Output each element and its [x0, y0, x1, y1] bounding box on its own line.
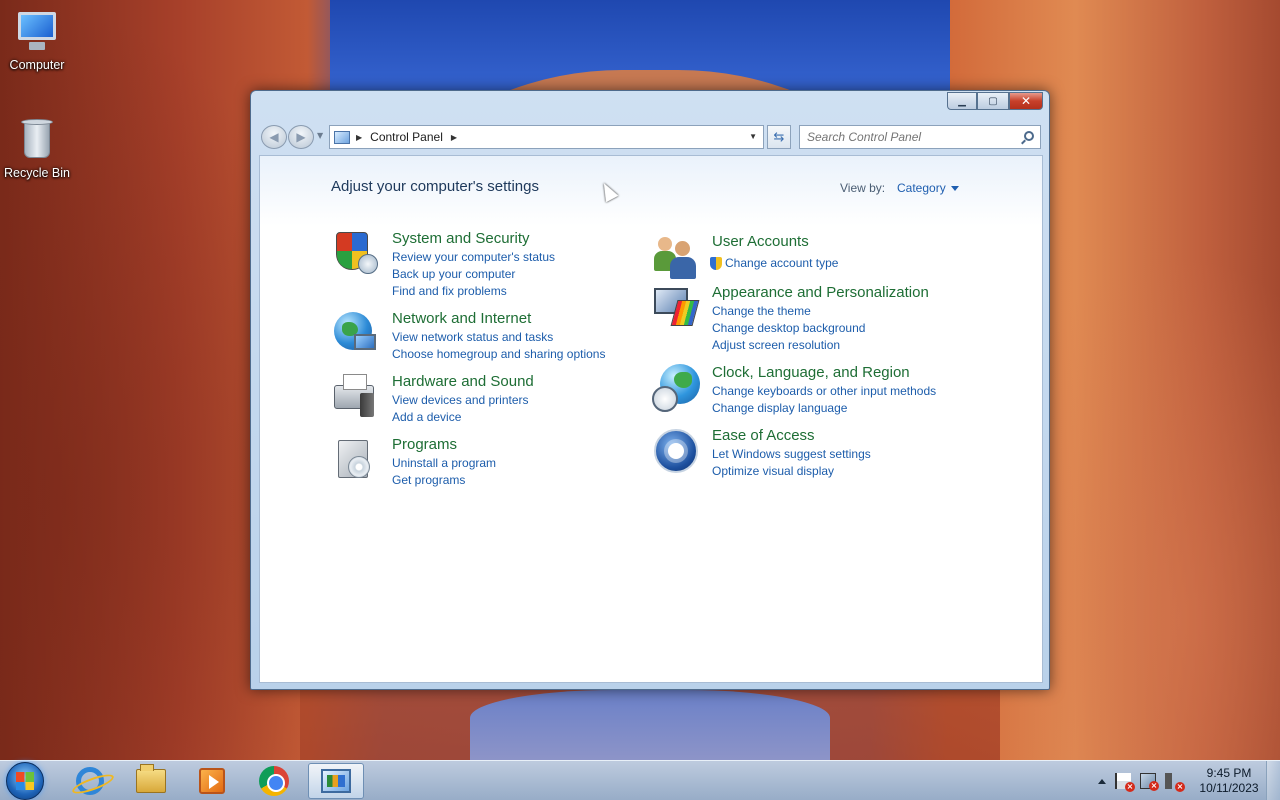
breadcrumb-chevron-icon[interactable]: ▶: [356, 133, 362, 142]
volume-muted-icon[interactable]: ×: [1165, 773, 1185, 792]
search-box[interactable]: [799, 125, 1041, 149]
close-button[interactable]: ✕: [1009, 92, 1043, 110]
show-desktop-button[interactable]: [1266, 761, 1280, 800]
search-icon[interactable]: [1024, 131, 1034, 141]
link-uninstall[interactable]: Uninstall a program: [392, 455, 496, 472]
close-icon: ✕: [1020, 94, 1032, 108]
caption-buttons: ▁ ▢ ✕: [947, 92, 1043, 110]
link-suggest-settings[interactable]: Let Windows suggest settings: [712, 446, 871, 463]
taskbar-internet-explorer[interactable]: [62, 763, 118, 799]
show-hidden-icons-icon[interactable]: [1098, 778, 1106, 784]
ease-of-access-icon[interactable]: [652, 427, 700, 475]
search-input[interactable]: [807, 130, 1017, 144]
desktop-icon-label: Recycle Bin: [4, 166, 70, 180]
category-title[interactable]: User Accounts: [712, 233, 809, 250]
link-desktop-background[interactable]: Change desktop background: [712, 320, 865, 337]
link-review-status[interactable]: Review your computer's status: [392, 249, 555, 266]
recycle-bin-icon: [14, 116, 60, 162]
category-title[interactable]: Hardware and Sound: [392, 373, 534, 390]
breadcrumb-control-panel[interactable]: Control Panel: [370, 130, 443, 144]
link-screen-resolution[interactable]: Adjust screen resolution: [712, 337, 865, 354]
desktop-icon-label: Computer: [9, 58, 65, 72]
link-label: Change account type: [725, 256, 839, 270]
category-title[interactable]: Appearance and Personalization: [712, 284, 929, 301]
forward-arrow-icon: ▶: [296, 130, 306, 144]
network-status-icon[interactable]: ×: [1140, 773, 1159, 791]
chevron-down-icon: [950, 185, 959, 191]
wallpaper-lower-sky: [470, 690, 830, 760]
link-network-status[interactable]: View network status and tasks: [392, 329, 605, 346]
link-change-theme[interactable]: Change the theme: [712, 303, 865, 320]
breadcrumb-chevron-icon[interactable]: ▶: [451, 133, 457, 142]
taskbar-file-explorer[interactable]: [123, 763, 179, 799]
link-optimize-display[interactable]: Optimize visual display: [712, 463, 871, 480]
link-find-fix[interactable]: Find and fix problems: [392, 283, 555, 300]
view-by-value: Category: [897, 181, 946, 195]
content-pane: Adjust your computer's settings View by:…: [259, 155, 1043, 683]
security-shield-icon[interactable]: [332, 230, 380, 278]
network-globe-icon[interactable]: [332, 310, 380, 358]
uac-shield-icon: [710, 257, 722, 270]
internet-explorer-icon: [76, 767, 104, 795]
link-back-up[interactable]: Back up your computer: [392, 266, 555, 283]
users-icon[interactable]: [652, 233, 700, 281]
refresh-button[interactable]: ⇆: [767, 125, 791, 149]
taskbar-clock[interactable]: 9:45 PM 10/11/2023: [1196, 766, 1262, 796]
control-panel-small-icon: [334, 130, 350, 144]
refresh-icon: ⇆: [773, 129, 785, 145]
desktop-icon-computer[interactable]: Computer: [0, 8, 74, 72]
control-panel-icon: [321, 769, 351, 793]
monitor-palette-icon[interactable]: [652, 284, 700, 332]
taskbar: × × × 9:45 PM 10/11/2023: [0, 760, 1280, 800]
category-title[interactable]: Programs: [392, 436, 457, 453]
minimize-icon: ▁: [958, 95, 966, 107]
control-panel-window: ▁ ▢ ✕ ◀ ▶ ▼ ▶ Control Panel ▶ ▼ ⇆ Adjust…: [250, 90, 1050, 690]
category-title[interactable]: Ease of Access: [712, 427, 815, 444]
back-arrow-icon: ◀: [269, 130, 279, 144]
link-add-device[interactable]: Add a device: [392, 409, 529, 426]
computer-icon: [14, 8, 60, 54]
clock-date: 10/11/2023: [1199, 781, 1259, 795]
notification-area: × × ×: [1098, 773, 1185, 792]
start-button[interactable]: [6, 762, 44, 800]
view-by-label: View by:: [840, 181, 886, 195]
programs-disc-icon[interactable]: [332, 436, 380, 484]
category-title[interactable]: System and Security: [392, 230, 530, 247]
action-center-icon[interactable]: ×: [1115, 773, 1135, 792]
globe-clock-icon[interactable]: [652, 364, 700, 412]
category-title[interactable]: Network and Internet: [392, 310, 531, 327]
windows-logo-icon: [16, 772, 34, 790]
clock-time: 9:45 PM: [1206, 766, 1252, 780]
recent-pages-dropdown[interactable]: ▼: [317, 131, 323, 140]
page-title: Adjust your computer's settings: [331, 178, 539, 195]
maximize-icon: ▢: [988, 95, 998, 107]
file-explorer-icon: [136, 764, 166, 793]
chrome-icon: [259, 766, 289, 796]
link-devices-printers[interactable]: View devices and printers: [392, 392, 529, 409]
taskbar-chrome[interactable]: [246, 763, 302, 799]
link-get-programs[interactable]: Get programs: [392, 472, 496, 489]
link-change-account-type[interactable]: Change account type: [710, 255, 838, 272]
link-change-keyboards[interactable]: Change keyboards or other input methods: [712, 383, 936, 400]
maximize-button[interactable]: ▢: [977, 92, 1009, 110]
category-title[interactable]: Clock, Language, and Region: [712, 364, 910, 381]
back-button[interactable]: ◀: [261, 125, 287, 149]
taskbar-media-player[interactable]: [184, 763, 240, 799]
printer-speaker-icon[interactable]: [332, 373, 380, 421]
media-player-icon: [199, 768, 225, 794]
forward-button[interactable]: ▶: [288, 125, 314, 149]
address-bar[interactable]: ▶ Control Panel ▶ ▼: [329, 125, 764, 149]
link-homegroup[interactable]: Choose homegroup and sharing options: [392, 346, 605, 363]
navigation-bar: ◀ ▶ ▼ ▶ Control Panel ▶ ▼ ⇆: [259, 125, 1041, 149]
link-display-language[interactable]: Change display language: [712, 400, 936, 417]
desktop-icon-recycle-bin[interactable]: Recycle Bin: [0, 116, 74, 180]
minimize-button[interactable]: ▁: [947, 92, 977, 110]
address-dropdown-icon[interactable]: ▼: [749, 132, 757, 141]
taskbar-control-panel[interactable]: [308, 763, 364, 799]
view-by-dropdown[interactable]: Category: [897, 181, 959, 195]
